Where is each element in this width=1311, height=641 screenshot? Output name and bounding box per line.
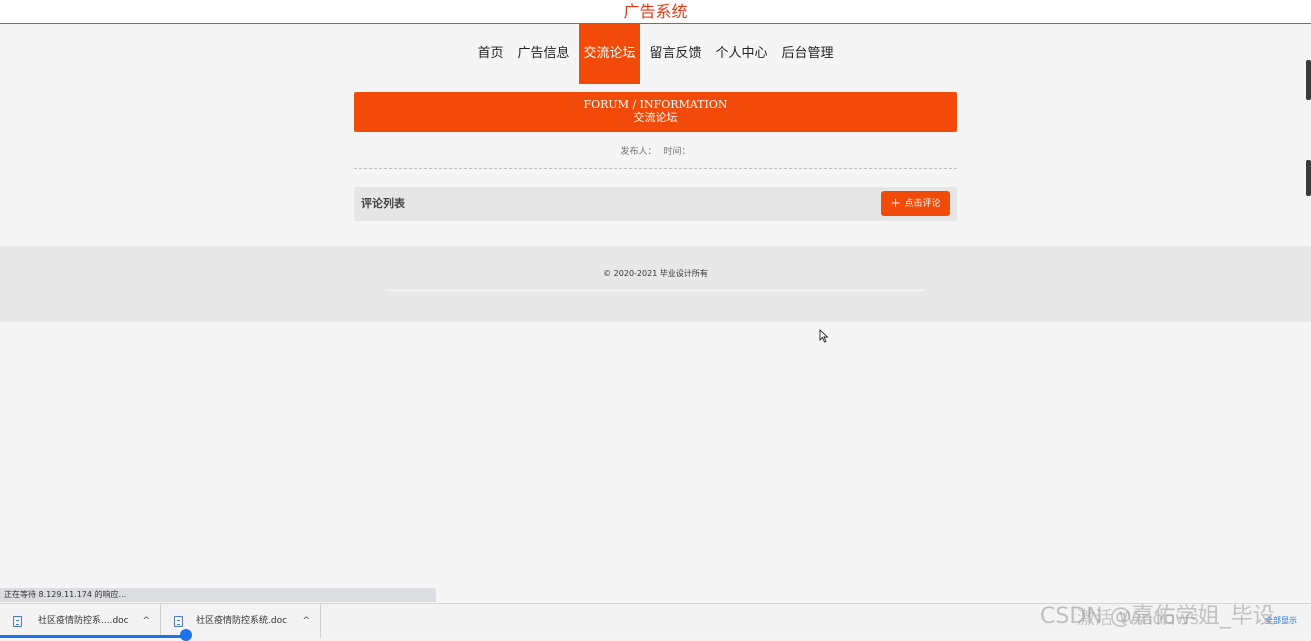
post-meta: 发布人： 时间： <box>354 144 957 157</box>
download-item[interactable]: 社区疫情防控系统.doc ^ <box>161 604 321 638</box>
add-comment-label: 点击评论 <box>904 199 941 209</box>
nav-item-feedback[interactable]: 留言反馈 <box>646 24 706 84</box>
copyright-text: © 2020-2021 毕业设计所有 <box>603 269 708 278</box>
document-icon <box>174 616 183 627</box>
download-file-name: 社区疫情防控系....doc <box>38 616 129 626</box>
publisher-label: 发布人： <box>620 147 657 157</box>
chevron-up-icon[interactable]: ^ <box>142 604 150 638</box>
scrollbar-marker <box>1306 160 1311 196</box>
page-footer: © 2020-2021 毕业设计所有 <box>0 246 1311 322</box>
csdn-watermark: CSDN @嘉佑学姐_毕设 <box>1040 604 1275 629</box>
nav-item-home[interactable]: 首页 <box>473 24 507 84</box>
footer-divider <box>386 290 924 291</box>
chevron-up-icon[interactable]: ^ <box>302 604 310 638</box>
top-header: 广告系统 <box>0 0 1311 24</box>
mouse-cursor-icon <box>819 329 829 343</box>
time-label: 时间： <box>663 147 691 157</box>
nav-item-profile[interactable]: 个人中心 <box>712 24 772 84</box>
browser-status-bar: 正在等待 8.129.11.174 的响应... <box>0 588 436 602</box>
download-file-name: 社区疫情防控系统.doc <box>196 616 288 626</box>
scrollbar-thumb[interactable] <box>1306 60 1311 100</box>
main-nav: 首页 广告信息 交流论坛 留言反馈 个人中心 后台管理 <box>0 24 1311 84</box>
nav-item-forum[interactable]: 交流论坛 <box>579 24 640 84</box>
plus-icon: + <box>890 196 901 210</box>
banner-english-title: FORUM / INFORMATION <box>583 98 728 111</box>
add-comment-button[interactable]: + 点击评论 <box>881 191 950 216</box>
banner-chinese-title: 交流论坛 <box>633 111 678 124</box>
document-icon <box>13 616 22 627</box>
comment-list-bar: 评论列表 + 点击评论 <box>354 187 957 221</box>
nav-item-admin[interactable]: 后台管理 <box>778 24 838 84</box>
dashed-divider <box>354 168 957 169</box>
comment-list-title: 评论列表 <box>361 197 405 210</box>
nav-item-ad-info[interactable]: 广告信息 <box>513 24 573 84</box>
section-banner: FORUM / INFORMATION 交流论坛 <box>354 92 957 132</box>
download-item[interactable]: 社区疫情防控系....doc ^ <box>0 604 192 641</box>
site-title: 广告系统 <box>623 2 688 21</box>
